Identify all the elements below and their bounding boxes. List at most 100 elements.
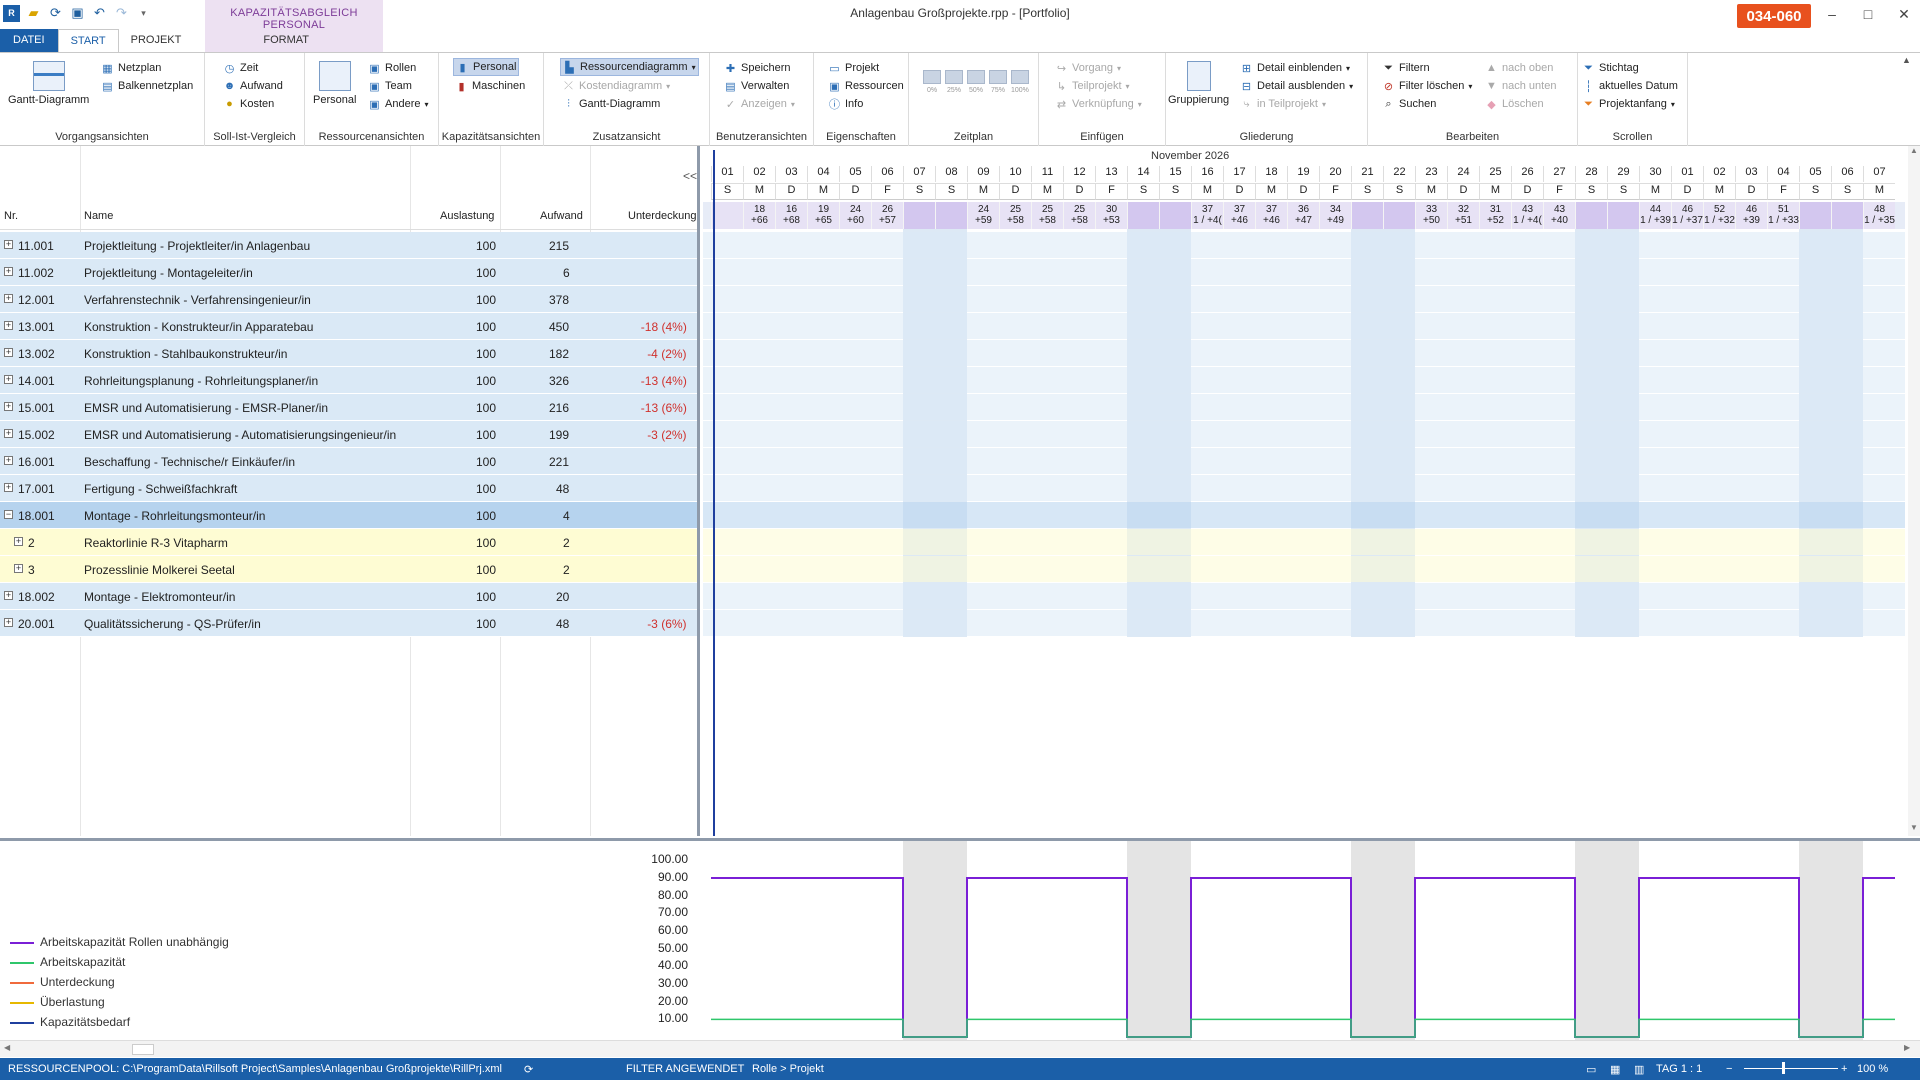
table-row[interactable]: +3 Prozesslinie Molkerei Seetal 100 2	[0, 556, 697, 583]
projekt-properties-button[interactable]: ▭ Projekt	[826, 59, 881, 77]
table-row[interactable]: +14.001 Rohrleitungsplanung - Rohrleitung…	[0, 367, 697, 394]
summary-cell[interactable]: 37 1 / +4(	[1191, 202, 1223, 229]
summary-cell[interactable]	[1575, 202, 1607, 229]
zoom-25-button[interactable]	[945, 70, 963, 84]
summary-cell[interactable]: 25 +58	[1063, 202, 1095, 229]
aufwand-button[interactable]: ☻ Aufwand	[221, 77, 285, 95]
summary-cell[interactable]	[1351, 202, 1383, 229]
filtern-button[interactable]: ⏷ Filtern	[1380, 59, 1432, 77]
minimize-button[interactable]: –	[1815, 2, 1849, 26]
view-chart-icon[interactable]: ▥	[1634, 1063, 1644, 1076]
aktuelles-datum-button[interactable]: ┆ aktuelles Datum	[1580, 77, 1680, 95]
app-icon[interactable]: R	[3, 4, 20, 22]
suchen-button[interactable]: ⌕ Suchen	[1380, 95, 1438, 113]
customize-icon[interactable]: ▾	[135, 5, 152, 22]
team-button[interactable]: ▣ Team	[366, 77, 414, 95]
summary-cell[interactable]: 24 +59	[967, 202, 999, 229]
col-name-header[interactable]: Name	[84, 210, 113, 222]
vertical-scrollbar[interactable]: ▲ ▼	[1908, 146, 1920, 836]
zoom-50-button[interactable]	[967, 70, 985, 84]
expand-toggle-icon[interactable]: +	[14, 564, 23, 573]
rollen-button[interactable]: ▣ Rollen	[366, 59, 418, 77]
zeit-button[interactable]: ◷ Zeit	[221, 59, 260, 77]
col-unterdeckung-header[interactable]: Unterdeckung	[628, 210, 697, 222]
expand-toggle-icon[interactable]: +	[4, 294, 13, 303]
ribbon-collapse-icon[interactable]: ▲	[1902, 55, 1911, 65]
verknuepfung-dropdown[interactable]: ⇄ Verknüpfung ▾	[1053, 95, 1144, 113]
zoom-slider[interactable]	[1744, 1062, 1838, 1074]
kosten-button[interactable]: ● Kosten	[221, 95, 276, 113]
in-teilprojekt-dropdown[interactable]: ⤷ in Teilprojekt ▾	[1238, 95, 1328, 113]
open-icon[interactable]: ▰	[25, 5, 42, 22]
summary-cell[interactable]	[1799, 202, 1831, 229]
expand-toggle-icon[interactable]: +	[4, 429, 13, 438]
andere-dropdown[interactable]: ▣ Andere ▾	[366, 95, 431, 113]
zoom-out-button[interactable]: −	[1726, 1063, 1732, 1075]
scroll-down-icon[interactable]: ▼	[1908, 823, 1920, 832]
summary-cell[interactable]: 24 +60	[839, 202, 871, 229]
loeschen-button[interactable]: ◆ Löschen	[1483, 95, 1546, 113]
summary-cell[interactable]: 46 +39	[1735, 202, 1767, 229]
scroll-thumb[interactable]	[132, 1044, 154, 1055]
col-nr-header[interactable]: Nr.	[4, 210, 18, 222]
gantt-diagram-button[interactable]: Gantt-Diagramm	[8, 61, 89, 106]
expand-toggle-icon[interactable]: +	[4, 402, 13, 411]
detail-ausblenden-dropdown[interactable]: ⊟ Detail ausblenden ▾	[1238, 77, 1355, 95]
vorgang-dropdown[interactable]: ↪ Vorgang ▾	[1053, 59, 1123, 77]
tab-start[interactable]: START	[57, 29, 119, 52]
summary-cell[interactable]	[711, 202, 743, 229]
view-grid-icon[interactable]: ▦	[1610, 1063, 1620, 1076]
zoom-slider-thumb[interactable]	[1782, 1062, 1785, 1074]
table-row[interactable]: +20.001 Qualitätssicherung - QS-Prüfer/in…	[0, 610, 697, 637]
expand-toggle-icon[interactable]: +	[4, 267, 13, 276]
detail-einblenden-dropdown[interactable]: ⊞ Detail einblenden ▾	[1238, 59, 1352, 77]
balkennetzplan-button[interactable]: ▤ Balkennetzplan	[99, 77, 195, 95]
tab-project[interactable]: PROJEKT	[119, 29, 194, 52]
expand-toggle-icon[interactable]: +	[4, 483, 13, 492]
expand-toggle-icon[interactable]: −	[4, 510, 13, 519]
expand-toggle-icon[interactable]: +	[4, 321, 13, 330]
summary-cell[interactable]: 25 +58	[1031, 202, 1063, 229]
summary-cell[interactable]: 34 +49	[1319, 202, 1351, 229]
expand-toggle-icon[interactable]: +	[4, 618, 13, 627]
kostendiagramm-dropdown[interactable]: ⤫ Kostendiagramm ▾	[560, 77, 672, 95]
tab-format[interactable]: FORMAT	[251, 29, 321, 52]
undo-icon[interactable]: ↶	[91, 5, 108, 22]
horizontal-scrollbar[interactable]: ◀ ▶	[0, 1040, 1920, 1057]
summary-cell[interactable]: 30 +53	[1095, 202, 1127, 229]
filter-loeschen-dropdown[interactable]: ⊘ Filter löschen ▾	[1380, 77, 1474, 95]
tab-file[interactable]: DATEI	[0, 29, 58, 52]
expand-toggle-icon[interactable]: +	[14, 537, 23, 546]
summary-cell[interactable]: 36 +47	[1287, 202, 1319, 229]
verwalten-button[interactable]: ▤ Verwalten	[722, 77, 791, 95]
summary-cell[interactable]: 25 +58	[999, 202, 1031, 229]
scroll-left-icon[interactable]: ◀	[4, 1043, 10, 1052]
expand-toggle-icon[interactable]: +	[4, 375, 13, 384]
summary-cell[interactable]	[935, 202, 967, 229]
view-gantt-icon[interactable]: ▭	[1586, 1063, 1596, 1076]
save-icon[interactable]: ▣	[69, 5, 86, 22]
zoom-0-button[interactable]	[923, 70, 941, 84]
teilprojekt-dropdown[interactable]: ↳ Teilprojekt ▾	[1053, 77, 1132, 95]
scroll-up-icon[interactable]: ▲	[1908, 146, 1920, 155]
info-button[interactable]: ⓘ Info	[826, 95, 865, 113]
summary-cell[interactable]: 37 +46	[1223, 202, 1255, 229]
summary-cell[interactable]: 19 +65	[807, 202, 839, 229]
summary-cell[interactable]: 44 1 / +39	[1639, 202, 1671, 229]
table-row[interactable]: +15.002 EMSR und Automatisierung - Automa…	[0, 421, 697, 448]
summary-cell[interactable]	[1607, 202, 1639, 229]
table-row[interactable]: +2 Reaktorlinie R-3 Vitapharm 100 2	[0, 529, 697, 556]
col-auslastung-header[interactable]: Auslastung	[440, 210, 494, 222]
table-row[interactable]: +12.001 Verfahrenstechnik - Verfahrensing…	[0, 286, 697, 313]
summary-cell[interactable]: 26 +57	[871, 202, 903, 229]
summary-cell[interactable]: 37 +46	[1255, 202, 1287, 229]
table-row[interactable]: +15.001 EMSR und Automatisierung - EMSR-P…	[0, 394, 697, 421]
summary-cell[interactable]: 46 1 / +37	[1671, 202, 1703, 229]
col-aufwand-header[interactable]: Aufwand	[540, 210, 583, 222]
summary-cell[interactable]	[903, 202, 935, 229]
maschinen-button[interactable]: ▮ Maschinen	[453, 77, 527, 95]
scroll-right-icon[interactable]: ▶	[1904, 1043, 1910, 1052]
stichtag-button[interactable]: ⏷ Stichtag	[1580, 59, 1641, 77]
refresh-icon[interactable]: ⟳	[47, 5, 64, 22]
expand-toggle-icon[interactable]: +	[4, 348, 13, 357]
